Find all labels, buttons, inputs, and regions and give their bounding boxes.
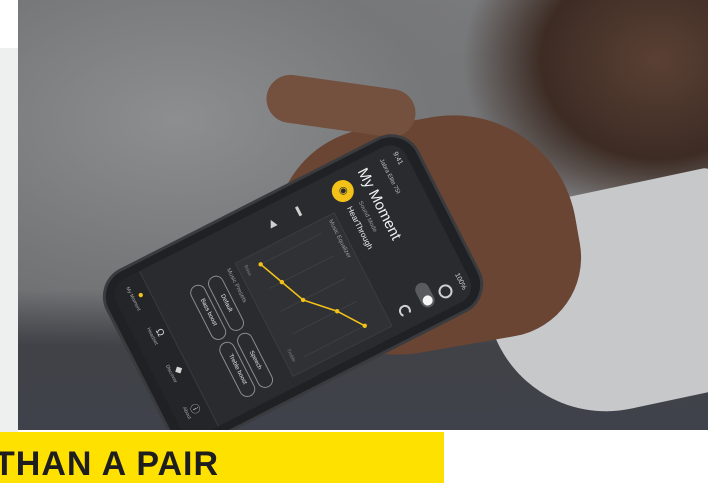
hero-photo: 9:41 100% Jabra Elite 75t My Moment ◉ So… [18, 0, 708, 430]
nav-headset[interactable]: Ω Headset [140, 312, 173, 355]
eq-band-line [268, 255, 334, 289]
eq-band-line [280, 278, 345, 312]
eq-band-line [303, 323, 369, 358]
my-moment-toggle[interactable] [412, 280, 438, 310]
eq-tick-bass: Bass [242, 264, 253, 277]
nav-discover[interactable]: ◆ Discover [159, 350, 192, 393]
left-margin-panel [0, 48, 18, 483]
status-time: 9:41 [391, 150, 404, 167]
volume-icon[interactable]: ◀ [266, 218, 280, 233]
banner-headline: THAN A PAIR [0, 445, 220, 483]
hearthrough-icon[interactable]: ◉ [327, 176, 358, 206]
battery-indicator: 100% [453, 272, 468, 292]
eq-handle[interactable] [334, 308, 340, 314]
nav-my-moment[interactable]: ● My Moment [121, 275, 154, 318]
car-icon[interactable]: ▬ [292, 204, 306, 219]
promo-banner: THAN A PAIR [0, 432, 444, 483]
reset-icon[interactable] [396, 302, 414, 319]
toggle-knob [420, 293, 435, 308]
eq-tick-treble: Treble [285, 348, 297, 363]
nav-about[interactable]: ⓘ About [175, 387, 212, 430]
eq-band-line [257, 232, 322, 267]
eq-handle[interactable] [362, 323, 368, 329]
